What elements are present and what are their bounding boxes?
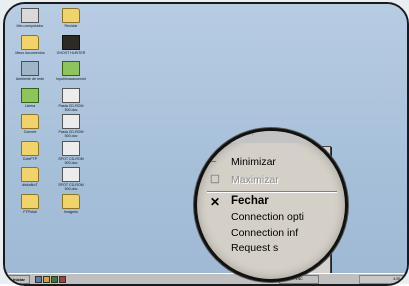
desktop-icon-label: FTPokal — [23, 209, 37, 214]
desktop-icon[interactable]: SPOT CD-ROM 500.doc — [48, 140, 94, 165]
desktop-icon-label: Meu computador — [16, 24, 44, 28]
folder-icon — [21, 167, 39, 182]
desktop-icon[interactable]: FTPokal — [7, 193, 53, 214]
desktop-icon[interactable]: Pasta CD-ROM 500.doc — [48, 114, 94, 138]
computer-icon — [21, 8, 39, 23]
desktop-icon[interactable]: Imagens — [48, 193, 94, 214]
folder-icon — [21, 114, 39, 129]
desktop-icon[interactable]: Inpublicacaocesint — [48, 61, 94, 81]
desktop-icon-label: GHOST HUNTER — [56, 50, 86, 55]
desktop-icon[interactable]: Meu computador — [7, 8, 53, 28]
clock: 4:25 — [393, 277, 400, 281]
drive-icon — [62, 140, 80, 156]
menu-item-maximize: Maximizar — [231, 174, 279, 186]
quicklaunch-icon[interactable] — [35, 276, 42, 283]
desktop-icon[interactable]: Ambiente de rede — [7, 61, 53, 81]
folder-icon — [21, 140, 39, 156]
quicklaunch-icon[interactable] — [51, 276, 58, 283]
desktop-icon[interactable]: GHOST HUNTER — [48, 34, 94, 55]
menu-item-close[interactable]: Fechar — [231, 195, 269, 207]
drive-icon — [62, 167, 80, 182]
system-tray: 4:25 — [359, 275, 403, 284]
desktop-icon[interactable]: Lixeira — [7, 87, 53, 108]
desktop-icon[interactable]: diskofkoT — [7, 167, 53, 187]
folder-icon — [62, 193, 80, 209]
desktop-icon-label: SPOT CD-ROM 500.doc — [58, 183, 84, 192]
dark-icon — [62, 34, 80, 50]
maximize-icon: ☐ — [210, 174, 220, 186]
folder-icon — [62, 8, 80, 23]
desktop-icon[interactable]: SPOT CD-ROM 500.doc — [48, 167, 94, 191]
minimize-icon: _ — [210, 151, 217, 163]
desktop-icon-label: Pasta CD-ROM 500.doc — [58, 130, 84, 139]
menu-item-minimize[interactable]: Minimizar — [231, 156, 276, 168]
menu-item-request[interactable]: Request s — [231, 242, 278, 254]
desktop-icon-label: SPOT CD-ROM 500.doc — [58, 156, 84, 165]
start-button[interactable]: Iniciar — [8, 275, 30, 284]
desktop-icon-label: CuteFTP — [22, 156, 38, 161]
desktop-icon-label: Pasta CD-ROM 500.doc — [58, 103, 84, 112]
desktop-icon-label: diskofkoT — [22, 183, 38, 187]
desktop-icon-label: Convert — [23, 130, 37, 134]
desktop-icon[interactable]: CuteFTP — [7, 140, 53, 161]
folder-icon — [21, 193, 39, 209]
drive-icon — [62, 87, 80, 103]
quicklaunch-icon[interactable] — [59, 276, 66, 283]
menu-title-fragment: Mover — [197, 131, 345, 143]
desktop-icon[interactable]: Pasta CD-ROM 500.doc — [48, 87, 94, 112]
desktop-icon-label: Meus documentos — [15, 50, 45, 55]
close-icon: ✕ — [210, 195, 221, 209]
folder-icon — [21, 34, 39, 50]
menu-item-connection-options[interactable]: Connection opti — [231, 211, 304, 223]
desktop-icon[interactable]: Reciclar — [48, 8, 94, 28]
desktop-icon-label: Lixeira — [24, 103, 36, 108]
network-icon — [21, 61, 39, 76]
desktop-icon-label: Reciclar — [64, 24, 78, 28]
magnified-context-menu: Mover _ Minimizar ☐ Maximizar ✕ Fechar C… — [194, 128, 348, 282]
menu-separator — [207, 191, 337, 193]
app-icon — [62, 61, 80, 76]
app-icon — [21, 87, 39, 103]
quicklaunch-icon[interactable] — [43, 276, 50, 283]
desktop-icon-label: Inpublicacaocesint — [56, 77, 86, 81]
drive-icon — [62, 114, 80, 129]
desktop-icon[interactable]: Meus documentos — [7, 34, 53, 55]
menu-item-connection-info[interactable]: Connection inf — [231, 227, 298, 239]
desktop-icon-label: Ambiente de rede — [15, 77, 45, 81]
desktop-icon-label: Imagens — [64, 209, 78, 214]
taskbar: Iniciar VNC 4:25 — [5, 273, 407, 284]
desktop-icon[interactable]: Convert — [7, 114, 53, 134]
